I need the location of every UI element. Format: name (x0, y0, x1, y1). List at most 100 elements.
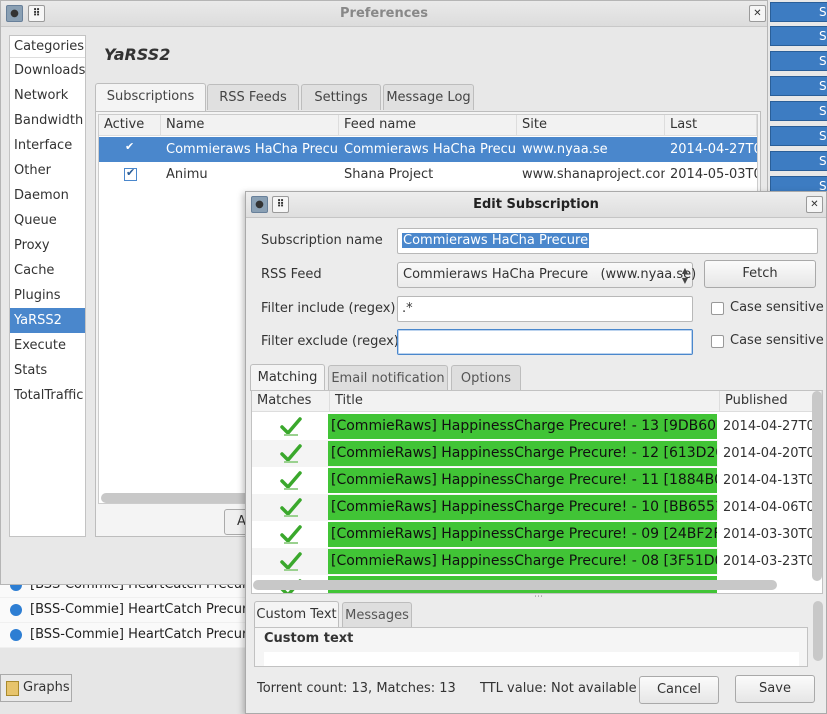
tab-messages[interactable]: Messages (342, 602, 412, 628)
background-row-text: S (819, 129, 827, 143)
table-row[interactable]: [CommieRaws] HappinessCharge Precure! - … (252, 521, 718, 548)
category-item-plugins[interactable]: Plugins (10, 283, 85, 308)
cancel-button[interactable]: Cancel (639, 676, 719, 704)
filter-include-input[interactable]: .* (397, 296, 693, 322)
category-item-queue[interactable]: Queue (10, 208, 85, 233)
active-checkbox[interactable] (124, 166, 137, 181)
tab-email-notification[interactable]: Email notification (328, 365, 448, 391)
tab-message-log[interactable]: Message Log (383, 84, 474, 110)
vertical-scrollbar[interactable] (813, 601, 823, 661)
category-item-proxy[interactable]: Proxy (10, 233, 85, 258)
filter-exclude-input[interactable] (397, 329, 693, 355)
list-item[interactable]: [BSS-Commie] HeartCatch Precure! - 02 (0, 598, 250, 623)
case-sensitive-exclude-checkbox[interactable] (711, 335, 724, 348)
tab-subscriptions[interactable]: Subscriptions (95, 83, 206, 112)
subscription-name-label: Subscription name (261, 233, 383, 248)
checkmark-icon (280, 415, 302, 437)
category-item-bandwidth[interactable]: Bandwidth (10, 108, 85, 133)
case-sensitive-include-checkbox[interactable] (711, 302, 724, 315)
category-item-totaltraffic[interactable]: TotalTraffic (10, 383, 85, 408)
fetch-button[interactable]: Fetch (704, 260, 816, 288)
window-menu-icon[interactable]: ● (6, 5, 23, 22)
custom-text-panel: Custom text (254, 627, 808, 667)
column-header-published[interactable]: Published (720, 391, 822, 412)
match-title: [CommieRaws] HappinessCharge Precure! - … (328, 468, 717, 493)
categories-header[interactable]: Categories (10, 36, 85, 58)
column-header-name[interactable]: Name (161, 115, 339, 136)
column-header-active[interactable]: Active (99, 115, 161, 136)
background-list-row[interactable]: S (770, 26, 827, 46)
checkmark-icon (280, 496, 302, 518)
column-header-matches[interactable]: Matches (252, 391, 330, 412)
list-item-label: [BSS-Commie] HeartCatch Precure! - 03 (30, 627, 250, 642)
table-row[interactable]: [CommieRaws] HappinessCharge Precure! - … (252, 548, 718, 575)
rss-feed-select[interactable]: Commieraws HaCha Precure (www.nyaa.se) ▲… (397, 262, 697, 288)
subscription-name-input[interactable]: Commieraws HaCha Precure (397, 228, 818, 254)
filter-exclude-label: Filter exclude (regex) (261, 334, 399, 349)
column-header-last-matched[interactable]: Last Matched (665, 115, 757, 152)
match-published-date: 2014-03-23T04: (723, 554, 820, 569)
background-list-row[interactable]: S (770, 126, 827, 146)
category-item-interface[interactable]: Interface (10, 133, 85, 158)
rss-feed-label: RSS Feed (261, 267, 322, 282)
window-options-icon[interactable]: ⠿ (28, 5, 45, 22)
table-row[interactable]: [CommieRaws] HappinessCharge Precure! - … (252, 467, 718, 494)
torrent-icon (10, 604, 22, 616)
category-item-stats[interactable]: Stats (10, 358, 85, 383)
splitter-handle[interactable]: ⋯ (534, 592, 543, 602)
match-published-date: 2014-04-13T04: (723, 473, 820, 488)
background-row-text: S (819, 104, 827, 118)
category-item-other[interactable]: Other (10, 158, 85, 183)
dialog-titlebar[interactable]: ● ⠿ Edit Subscription ✕ (246, 192, 826, 218)
background-list-row[interactable]: S (770, 2, 827, 22)
tab-rss-feeds[interactable]: RSS Feeds (207, 84, 299, 110)
plugin-title: YaRSS2 (104, 45, 171, 64)
background-row-text: S (819, 5, 827, 19)
match-title: [CommieRaws] HappinessCharge Precure! - … (328, 414, 717, 439)
tab-matching[interactable]: Matching (250, 364, 325, 391)
match-published-date: 2014-03-30T04: (723, 527, 820, 542)
window-menu-icon[interactable]: ● (251, 196, 268, 213)
checkmark-icon (280, 550, 302, 572)
background-row-text: S (819, 54, 827, 68)
checkmark-icon (280, 469, 302, 491)
preferences-titlebar[interactable]: ● ⠿ Preferences ✕ (1, 1, 767, 27)
match-title: [CommieRaws] HappinessCharge Precure! - … (328, 495, 717, 520)
category-item-cache[interactable]: Cache (10, 258, 85, 283)
column-header-title[interactable]: Title (330, 391, 720, 412)
tab-custom-text[interactable]: Custom Text (254, 601, 339, 628)
background-row-text: S (819, 154, 827, 168)
category-item-downloads[interactable]: Downloads (10, 58, 85, 83)
tab-options[interactable]: Options (451, 365, 521, 391)
horizontal-scrollbar[interactable] (253, 580, 777, 590)
table-row[interactable]: [CommieRaws] HappinessCharge Precure! - … (252, 440, 718, 467)
table-row[interactable]: [CommieRaws] HappinessCharge Precure! - … (252, 413, 718, 440)
list-item[interactable]: [BSS-Commie] HeartCatch Precure! - 03 (0, 623, 250, 648)
background-list-row[interactable]: S (770, 101, 827, 121)
category-item-daemon[interactable]: Daemon (10, 183, 85, 208)
table-row[interactable]: [CommieRaws] HappinessCharge Precure! - … (252, 494, 718, 521)
background-list-row[interactable]: S (770, 76, 827, 96)
column-header-site[interactable]: Site (517, 115, 665, 136)
window-options-icon[interactable]: ⠿ (272, 196, 289, 213)
save-button[interactable]: Save (735, 675, 815, 703)
torrent-icon (10, 629, 22, 641)
background-list-row[interactable]: S (770, 151, 827, 171)
close-icon[interactable]: ✕ (806, 196, 823, 213)
category-item-network[interactable]: Network (10, 83, 85, 108)
rss-feed-selected-value: Commieraws HaCha Precure (www.nyaa.se) (403, 267, 697, 282)
category-item-yarss2[interactable]: YaRSS2 (10, 308, 85, 333)
category-item-execute[interactable]: Execute (10, 333, 85, 358)
tab-graphs[interactable]: Graphs (0, 674, 72, 702)
vertical-scrollbar[interactable] (812, 391, 822, 581)
table-row[interactable]: Commieraws HaCha Precure Commieraws HaCh… (99, 137, 757, 162)
checkmark-icon (280, 442, 302, 464)
custom-text-area[interactable] (264, 652, 799, 666)
background-list-row[interactable]: S (770, 51, 827, 71)
tab-settings[interactable]: Settings (301, 84, 381, 110)
table-row[interactable]: Animu Shana Project www.shanaproject.com… (99, 162, 757, 187)
column-header-feed-name[interactable]: Feed name (339, 115, 517, 136)
close-icon[interactable]: ✕ (749, 5, 766, 22)
row-feed-name: Shana Project (344, 167, 434, 182)
active-checkbox[interactable] (124, 140, 137, 156)
